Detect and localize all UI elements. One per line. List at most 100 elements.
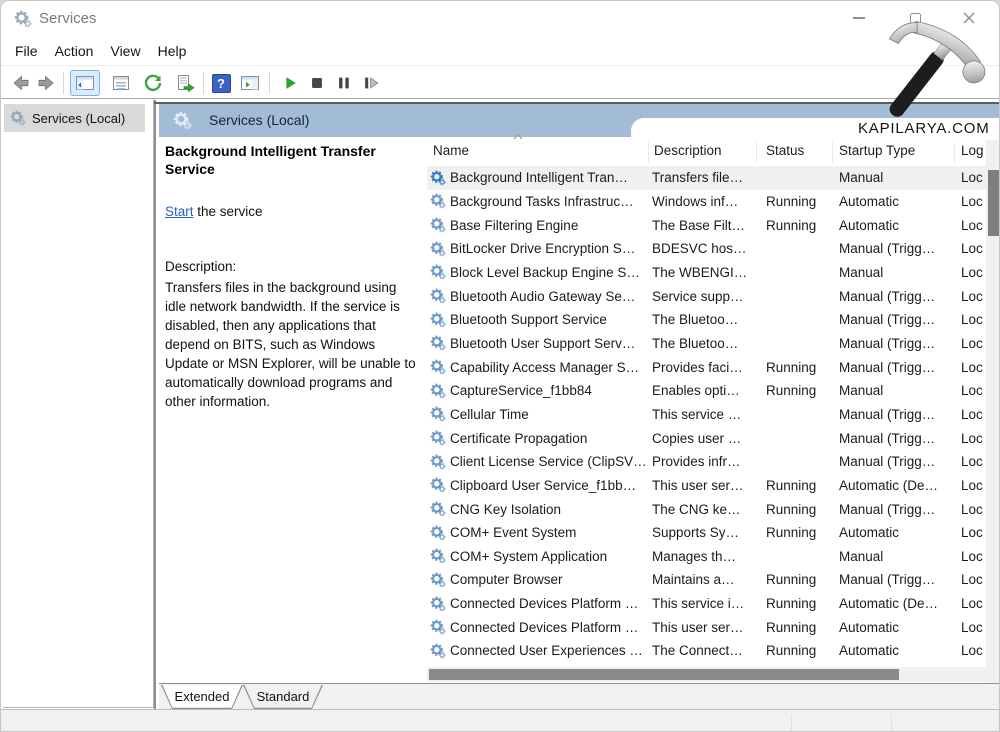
show-action-pane-button[interactable]: [237, 70, 263, 96]
window-title: Services: [39, 10, 97, 27]
column-header-status[interactable]: Status: [766, 143, 828, 158]
properties-button[interactable]: [108, 70, 134, 96]
column-separator[interactable]: [756, 142, 757, 163]
cell-startup-type: Manual (Trigg…: [839, 332, 957, 356]
cell-description: The Base Filt…: [652, 213, 750, 237]
cell-startup-type: Manual (Trigg…: [839, 568, 957, 592]
cell-startup-type: Automatic: [839, 213, 957, 237]
service-gear-icon: [430, 355, 447, 379]
refresh-icon: [143, 73, 163, 93]
column-header-description[interactable]: Description: [654, 143, 750, 158]
column-header-startup-type[interactable]: Startup Type: [839, 143, 951, 158]
tree-item-services-local[interactable]: Services (Local): [4, 104, 145, 132]
cell-description: Transfers file…: [652, 166, 750, 190]
service-row[interactable]: Block Level Backup Engine S… The WBENGI……: [427, 261, 986, 285]
toolbar-separator: [63, 72, 64, 94]
cell-description: Service supp…: [652, 284, 750, 308]
show-console-tree-button[interactable]: [70, 70, 100, 96]
cell-status: [766, 545, 834, 569]
service-row[interactable]: Cellular Time This service … Manual (Tri…: [427, 403, 986, 427]
cell-description: This service i…: [652, 592, 750, 616]
service-row[interactable]: Base Filtering Engine The Base Filt… Run…: [427, 213, 986, 237]
column-separator[interactable]: [648, 142, 649, 163]
service-gear-icon: [430, 308, 447, 332]
service-row[interactable]: Bluetooth Support Service The Bluetoo… M…: [427, 308, 986, 332]
menu-view[interactable]: View: [110, 43, 140, 59]
titlebar: Services: [1, 1, 999, 37]
service-row[interactable]: CNG Key Isolation The CNG ke… Running Ma…: [427, 497, 986, 521]
service-row[interactable]: Background Intelligent Tran… Transfers f…: [427, 166, 986, 190]
horizontal-scrollbar-thumb[interactable]: [429, 669, 899, 680]
cell-status: [766, 450, 834, 474]
column-separator[interactable]: [832, 142, 833, 163]
horizontal-scrollbar[interactable]: [427, 667, 986, 682]
service-row[interactable]: Connected User Experiences … The Connect…: [427, 639, 986, 663]
menu-file[interactable]: File: [15, 43, 38, 59]
cell-name: Capability Access Manager S…: [450, 355, 646, 379]
back-button[interactable]: [7, 70, 33, 96]
service-row[interactable]: CaptureService_f1bb84 Enables opti… Runn…: [427, 379, 986, 403]
cell-status: [766, 237, 834, 261]
refresh-button[interactable]: [140, 70, 166, 96]
cell-log-on-as: Loc: [961, 474, 987, 498]
start-service-link[interactable]: Start: [165, 204, 194, 219]
cell-description: This service …: [652, 403, 750, 427]
vertical-scrollbar[interactable]: [986, 140, 1000, 683]
column-separator[interactable]: [954, 142, 955, 163]
service-row[interactable]: BitLocker Drive Encryption S… BDESVC hos…: [427, 237, 986, 261]
cell-description: The Bluetoo…: [652, 332, 750, 356]
service-row[interactable]: COM+ System Application Manages th… Manu…: [427, 545, 986, 569]
tab-extended[interactable]: Extended: [161, 685, 243, 709]
menu-action[interactable]: Action: [55, 43, 94, 59]
tab-standard[interactable]: Standard: [243, 685, 323, 709]
export-list-button[interactable]: [172, 70, 198, 96]
stop-service-button[interactable]: [304, 70, 330, 96]
service-row[interactable]: Certificate Propagation Copies user … Ma…: [427, 426, 986, 450]
cell-status: [766, 308, 834, 332]
service-row[interactable]: Clipboard User Service_f1bb… This user s…: [427, 474, 986, 498]
service-row[interactable]: Background Tasks Infrastruc… Windows inf…: [427, 190, 986, 214]
cell-log-on-as: Loc: [961, 190, 987, 214]
service-row[interactable]: Connected Devices Platform … This user s…: [427, 615, 986, 639]
pause-service-button[interactable]: [331, 70, 357, 96]
column-header-log-on-as[interactable]: Log: [961, 143, 986, 158]
service-row[interactable]: COM+ Event System Supports Sy… Running A…: [427, 521, 986, 545]
service-row[interactable]: Bluetooth User Support Serv… The Bluetoo…: [427, 332, 986, 356]
service-gear-icon: [430, 615, 447, 639]
cell-name: Base Filtering Engine: [450, 213, 646, 237]
selected-service-title: Background Intelligent Transfer Service: [165, 142, 421, 178]
cell-startup-type: Manual (Trigg…: [839, 426, 957, 450]
service-row[interactable]: Connected Devices Platform … This servic…: [427, 592, 986, 616]
cell-log-on-as: Loc: [961, 568, 987, 592]
service-gear-icon: [430, 450, 447, 474]
service-row[interactable]: Bluetooth Audio Gateway Se… Service supp…: [427, 284, 986, 308]
cell-description: Provides faci…: [652, 355, 750, 379]
services-gear-icon: [10, 110, 26, 126]
service-row[interactable]: Capability Access Manager S… Provides fa…: [427, 355, 986, 379]
cell-name: COM+ Event System: [450, 521, 646, 545]
service-gear-icon: [430, 497, 447, 521]
restart-service-button[interactable]: [358, 70, 384, 96]
services-app-icon: [14, 10, 32, 28]
cell-log-on-as: Loc: [961, 308, 987, 332]
cell-name: Bluetooth Support Service: [450, 308, 646, 332]
service-row[interactable]: Client License Service (ClipSV… Provides…: [427, 450, 986, 474]
cell-description: Enables opti…: [652, 379, 750, 403]
cell-startup-type: Manual (Trigg…: [839, 355, 957, 379]
cell-startup-type: Automatic (De…: [839, 592, 957, 616]
cell-status: Running: [766, 379, 834, 403]
start-service-button[interactable]: [277, 70, 303, 96]
cell-name: Clipboard User Service_f1bb…: [450, 474, 646, 498]
service-row[interactable]: Computer Browser Maintains a… Running Ma…: [427, 568, 986, 592]
forward-button[interactable]: [34, 70, 60, 96]
cell-name: Connected User Experiences …: [450, 639, 646, 663]
cell-name: Background Tasks Infrastruc…: [450, 190, 646, 214]
help-button[interactable]: ?: [208, 70, 234, 96]
service-gear-icon: [430, 261, 447, 285]
column-header-name[interactable]: Name: [433, 143, 633, 158]
services-list: Name Description Status Startup Type Log…: [427, 140, 986, 683]
menu-help[interactable]: Help: [158, 43, 187, 59]
cell-description: Copies user …: [652, 426, 750, 450]
vertical-scrollbar-thumb[interactable]: [988, 170, 999, 236]
cell-description: Supports Sy…: [652, 521, 750, 545]
